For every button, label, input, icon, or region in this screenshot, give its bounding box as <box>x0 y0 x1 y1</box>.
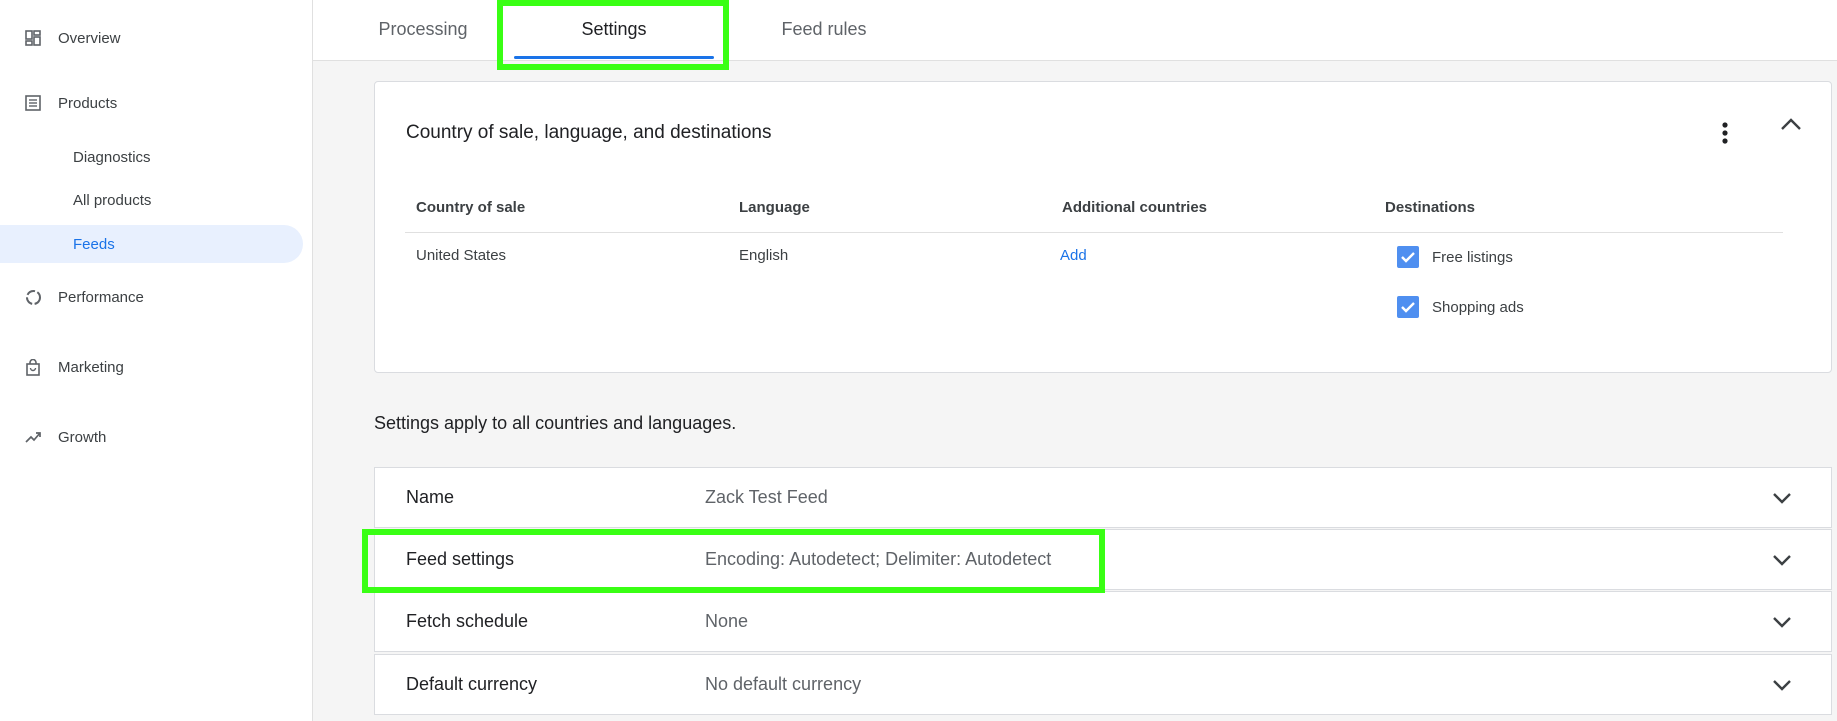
sidebar-item-label: All products <box>73 191 152 209</box>
collapse-card-button[interactable] <box>1773 106 1809 142</box>
row-label: Fetch schedule <box>406 611 529 631</box>
tab-processing[interactable]: Processing <box>363 0 483 58</box>
settings-row-feed-settings[interactable]: Feed settings Encoding: Autodetect; Deli… <box>374 529 1832 590</box>
check-icon <box>1401 252 1415 263</box>
row-label: Name <box>406 487 455 507</box>
more-vert-icon <box>1722 122 1728 144</box>
country-language-destinations-card: Country of sale, language, and destinati… <box>374 81 1832 373</box>
sidebar-item-label: Performance <box>58 288 144 306</box>
sidebar-item-label: Marketing <box>58 358 124 376</box>
row-value: No default currency <box>705 674 862 694</box>
checkbox-checked[interactable] <box>1397 296 1419 318</box>
sidebar-item-growth[interactable]: Growth <box>0 418 303 456</box>
column-header-country: Country of sale <box>416 199 526 216</box>
chevron-down-icon[interactable] <box>1768 546 1796 574</box>
chevron-up-icon <box>1781 118 1801 130</box>
column-header-destinations: Destinations <box>1385 199 1476 216</box>
settings-row-name[interactable]: Name Zack Test Feed <box>374 467 1832 528</box>
column-header-additional-countries: Additional countries <box>1062 199 1208 216</box>
settings-note: Settings apply to all countries and lang… <box>374 413 737 433</box>
table-divider <box>405 232 1783 233</box>
cell-language: English <box>739 247 789 264</box>
destination-free-listings[interactable]: Free listings <box>1397 246 1513 268</box>
row-label: Feed settings <box>406 549 515 569</box>
chevron-down-icon[interactable] <box>1768 671 1796 699</box>
sidebar-item-products[interactable]: Products <box>0 84 303 122</box>
row-value: None <box>705 611 749 631</box>
more-options-button[interactable] <box>1710 118 1740 148</box>
checkbox-checked[interactable] <box>1397 246 1419 268</box>
cell-country: United States <box>416 247 507 264</box>
donut-chart-icon <box>24 288 42 306</box>
sidebar-item-all-products[interactable]: All products <box>0 181 303 219</box>
active-tab-indicator <box>514 56 714 59</box>
settings-row-fetch-schedule[interactable]: Fetch schedule None <box>374 591 1832 652</box>
sidebar-item-overview[interactable]: Overview <box>0 19 303 57</box>
sidebar-item-label: Growth <box>58 428 107 446</box>
tab-label: Feed rules <box>781 18 867 39</box>
sidebar-item-label: Overview <box>58 29 121 47</box>
tab-label: Processing <box>378 18 468 39</box>
dashboard-icon <box>24 29 42 47</box>
destination-shopping-ads[interactable]: Shopping ads <box>1397 296 1524 318</box>
check-icon <box>1401 302 1415 313</box>
sidebar-item-label: Feeds <box>73 235 115 253</box>
row-value: Zack Test Feed <box>705 487 828 507</box>
tab-settings[interactable]: Settings <box>514 0 714 58</box>
tab-feed-rules[interactable]: Feed rules <box>754 0 894 58</box>
sidebar: Overview Products Diagnostics All produc… <box>0 0 313 721</box>
sidebar-item-diagnostics[interactable]: Diagnostics <box>0 138 303 176</box>
chevron-down-icon[interactable] <box>1768 484 1796 512</box>
column-header-language: Language <box>739 199 810 216</box>
settings-row-default-currency[interactable]: Default currency No default currency <box>374 654 1832 715</box>
trending-up-icon <box>24 428 42 446</box>
row-value: Encoding: Autodetect; Delimiter: Autodet… <box>705 549 1052 569</box>
shopping-bag-icon <box>24 358 42 376</box>
sidebar-item-label: Diagnostics <box>73 148 151 166</box>
card-title: Country of sale, language, and destinati… <box>406 122 772 143</box>
destination-label: Shopping ads <box>1432 298 1524 316</box>
destination-label: Free listings <box>1432 248 1513 266</box>
sidebar-item-marketing[interactable]: Marketing <box>0 348 303 386</box>
list-icon <box>24 94 42 112</box>
tab-bar: Processing Settings Feed rules <box>313 0 1837 61</box>
add-country-link[interactable]: Add <box>1060 247 1087 264</box>
sidebar-item-performance[interactable]: Performance <box>0 278 303 316</box>
chevron-down-icon[interactable] <box>1768 608 1796 636</box>
row-label: Default currency <box>406 674 538 694</box>
sidebar-item-feeds[interactable]: Feeds <box>0 225 303 263</box>
sidebar-item-label: Products <box>58 94 118 112</box>
tab-label: Settings <box>581 18 647 39</box>
